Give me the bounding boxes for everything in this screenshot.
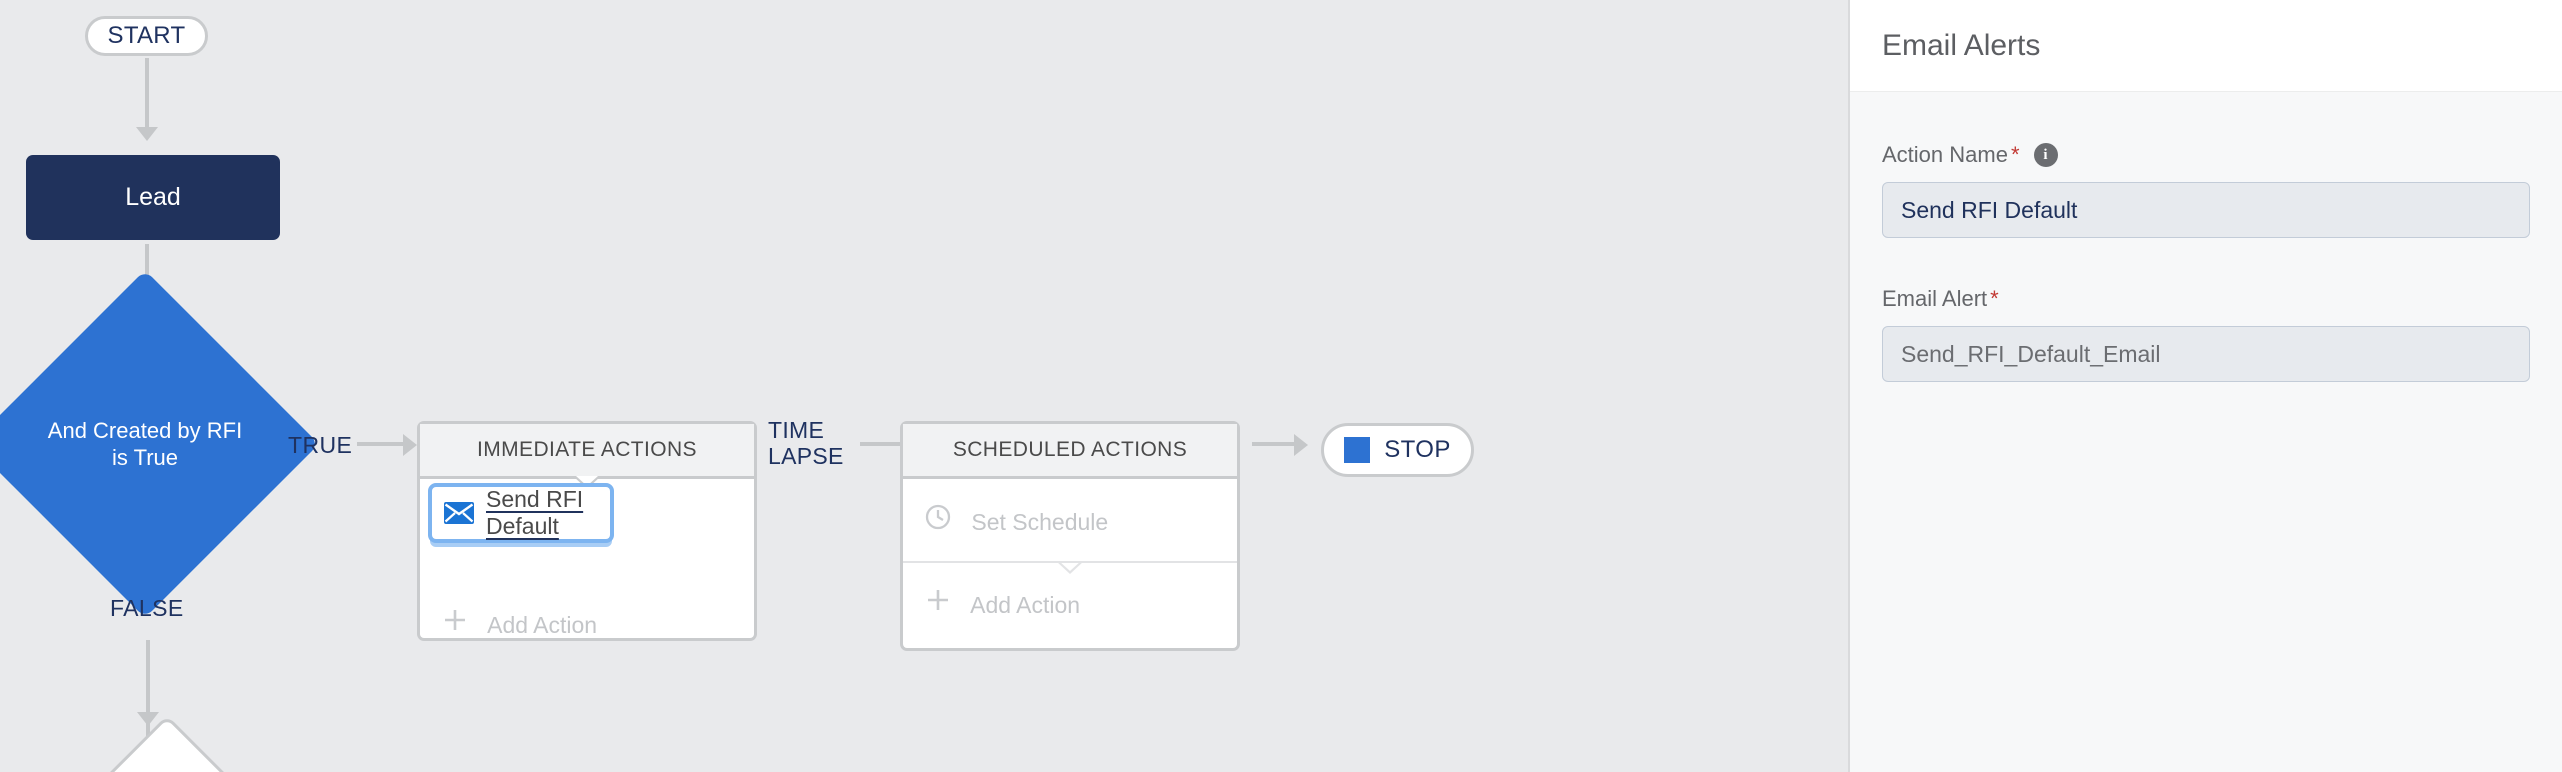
info-icon[interactable]: i	[2033, 143, 2058, 167]
action-name-input[interactable]	[1882, 182, 2530, 238]
side-panel-header: Email Alerts	[1850, 0, 2562, 92]
connector-start-to-lead	[145, 58, 149, 130]
start-node-label: START	[107, 22, 186, 49]
action-name-required-marker: *	[2010, 142, 2020, 167]
side-panel-body: Action Name * i Email Alert *	[1850, 92, 2562, 382]
scheduled-add-action-button[interactable]: Add Action	[925, 587, 1080, 619]
immediate-action-item-row[interactable]: Send RFI Default	[420, 479, 754, 557]
immediate-add-action-button[interactable]: Add Action	[442, 607, 597, 639]
set-schedule-row[interactable]: Set Schedule	[903, 479, 1237, 574]
connector-start-to-lead-arrowhead	[136, 127, 158, 141]
set-schedule-button[interactable]: Set Schedule	[925, 504, 1108, 536]
time-lapse-label-line2: LAPSE	[768, 442, 844, 469]
object-node-label: Lead	[125, 183, 181, 211]
connector-true-branch-arrowhead	[403, 434, 417, 456]
immediate-actions-header: IMMEDIATE ACTIONS	[420, 424, 754, 489]
connector-false-branch-arrowhead	[137, 712, 159, 726]
immediate-actions-panel[interactable]: IMMEDIATE ACTIONS Send RFI Default Add A…	[417, 421, 757, 641]
scheduled-actions-header: SCHEDULED ACTIONS	[903, 424, 1237, 479]
action-name-field-group: Action Name * i	[1882, 142, 2530, 238]
side-panel-title: Email Alerts	[1882, 28, 2041, 62]
decision-node-label: And Created by RFI is True	[47, 417, 243, 471]
action-item-label: Send RFI Default	[486, 486, 584, 539]
decision-node-next[interactable]	[75, 715, 259, 772]
email-alert-field-group: Email Alert *	[1882, 286, 2530, 382]
action-item-send-rfi-default[interactable]: Send RFI Default	[428, 483, 614, 543]
time-lapse-label: TIME LAPSE	[768, 417, 844, 470]
immediate-add-action-row[interactable]: Add Action	[420, 579, 754, 667]
email-alert-label: Email Alert *	[1882, 286, 2530, 312]
branch-label-false: FALSE	[110, 595, 184, 621]
email-alert-required-marker: *	[1990, 286, 1999, 311]
stop-square-icon	[1344, 437, 1371, 463]
envelope-icon	[444, 502, 474, 524]
scheduled-actions-panel[interactable]: SCHEDULED ACTIONS Set Schedule Add Actio…	[900, 421, 1240, 651]
scheduled-actions-header-label: SCHEDULED ACTIONS	[952, 438, 1188, 461]
action-name-label-text: Action Name	[1882, 142, 2008, 167]
object-node-lead[interactable]: Lead	[26, 155, 280, 240]
connector-to-stop	[1252, 442, 1296, 446]
plus-icon	[442, 607, 468, 633]
action-name-label: Action Name * i	[1882, 142, 2530, 168]
stop-node[interactable]: STOP	[1321, 423, 1474, 477]
connector-true-branch	[357, 442, 405, 446]
start-node[interactable]: START	[85, 16, 208, 56]
connector-to-stop-arrowhead	[1294, 434, 1308, 456]
time-lapse-label-line1: TIME	[768, 417, 825, 443]
set-schedule-label: Set Schedule	[971, 509, 1109, 535]
clock-icon	[925, 504, 951, 530]
flow-builder-screen: START Lead And Created by RFI is True TR…	[0, 0, 2562, 772]
plus-icon	[925, 587, 951, 613]
decision-node[interactable]: And Created by RFI is True	[0, 270, 319, 618]
connector-time-lapse	[860, 442, 904, 446]
scheduled-add-action-row[interactable]: Add Action	[903, 561, 1237, 643]
side-panel: Email Alerts Action Name * i Email Alert…	[1848, 0, 2562, 772]
email-alert-label-text: Email Alert	[1882, 286, 1988, 311]
email-alert-input[interactable]	[1882, 326, 2530, 382]
immediate-actions-header-label: IMMEDIATE ACTIONS	[477, 438, 697, 461]
immediate-add-action-label: Add Action	[487, 612, 598, 638]
scheduled-add-action-label: Add Action	[970, 592, 1081, 618]
flow-canvas[interactable]: START Lead And Created by RFI is True TR…	[0, 0, 1848, 772]
stop-node-label: STOP	[1384, 436, 1451, 463]
branch-label-true: TRUE	[288, 432, 353, 458]
